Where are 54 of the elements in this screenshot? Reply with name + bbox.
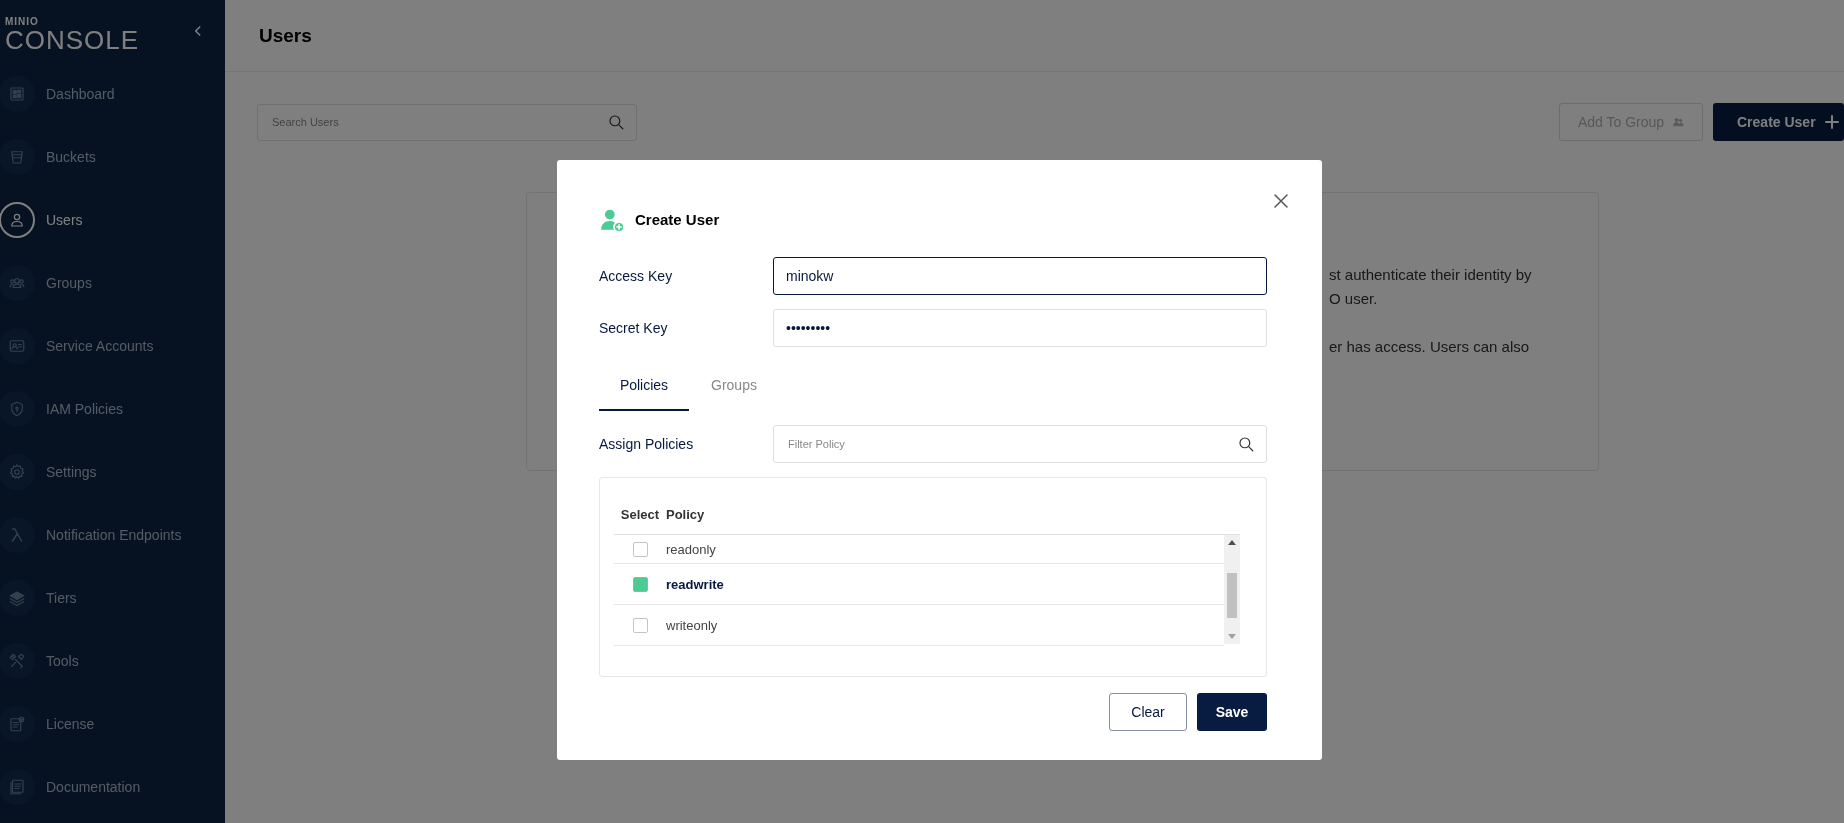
sidebar-item[interactable]: Buckets <box>0 125 225 188</box>
grid-icon <box>8 84 26 103</box>
sidebar-item[interactable]: Settings <box>0 440 225 503</box>
column-header: Policy <box>666 506 706 522</box>
close-icon <box>1272 192 1290 210</box>
sidebar-item[interactable]: Groups <box>0 251 225 314</box>
table-cell-text: writeonly <box>666 617 719 633</box>
tab[interactable]: Policies <box>599 361 689 411</box>
create-user-button[interactable]: Create User <box>1713 103 1844 141</box>
logo-text: CONSOLE <box>5 27 140 53</box>
search-field[interactable]: Search Users <box>257 103 637 141</box>
table-cell-text: readwrite <box>666 576 725 592</box>
card-text: O user. <box>1329 289 1378 309</box>
sidebar-item[interactable]: Service Accounts <box>0 314 225 377</box>
search-icon <box>607 113 625 131</box>
shield-icon <box>8 399 26 418</box>
sidebar-item[interactable]: Users <box>0 188 225 251</box>
document-icon <box>8 714 26 733</box>
column-header: Select <box>619 506 661 522</box>
checkbox[interactable] <box>632 541 648 557</box>
card-text: er has access. Users can also <box>1329 337 1530 357</box>
sidebar-item[interactable]: Dashboard <box>0 62 225 125</box>
tab[interactable]: Groups <box>689 361 779 411</box>
filter-field[interactable]: Filter Policy <box>773 425 1267 463</box>
sidebar-item[interactable]: Tiers <box>0 566 225 629</box>
access-key-field[interactable]: minokw <box>773 257 1267 295</box>
sidebar-item[interactable]: Documentation <box>0 755 225 818</box>
page-title: Users <box>259 24 312 47</box>
scroll-up-icon[interactable] <box>1228 540 1236 545</box>
field-label: Assign Policies <box>599 436 695 452</box>
checkbox[interactable] <box>632 617 648 633</box>
save-button[interactable]: Save <box>1197 693 1267 731</box>
scroll-thumb[interactable] <box>1227 573 1237 618</box>
sidebar-item[interactable]: Tools <box>0 629 225 692</box>
field-label: Secret Key <box>599 320 669 336</box>
plus-icon <box>1823 114 1840 130</box>
logo-small-text: MINIO <box>5 17 40 27</box>
clear-button[interactable]: Clear <box>1109 693 1187 731</box>
sidebar-item[interactable]: License <box>0 692 225 755</box>
table-cell-text: readonly <box>666 541 717 557</box>
tools-icon <box>8 651 26 670</box>
card-text: st authenticate their identity by <box>1329 265 1532 285</box>
checkbox[interactable] <box>632 576 648 592</box>
field-label: Access Key <box>599 268 674 284</box>
secret-key-field[interactable]: ••••••••• <box>773 309 1267 347</box>
sidebar-item[interactable]: IAM Policies <box>0 377 225 440</box>
scroll-down-icon[interactable] <box>1228 634 1236 639</box>
search-icon <box>1237 435 1255 453</box>
scrollbar[interactable] <box>1224 535 1240 644</box>
book-icon <box>8 777 26 796</box>
gear-icon <box>8 462 26 481</box>
dialog-title: Create User <box>635 211 720 228</box>
people-icon <box>1672 116 1685 128</box>
sidebar-item[interactable]: Notification Endpoints <box>0 503 225 566</box>
